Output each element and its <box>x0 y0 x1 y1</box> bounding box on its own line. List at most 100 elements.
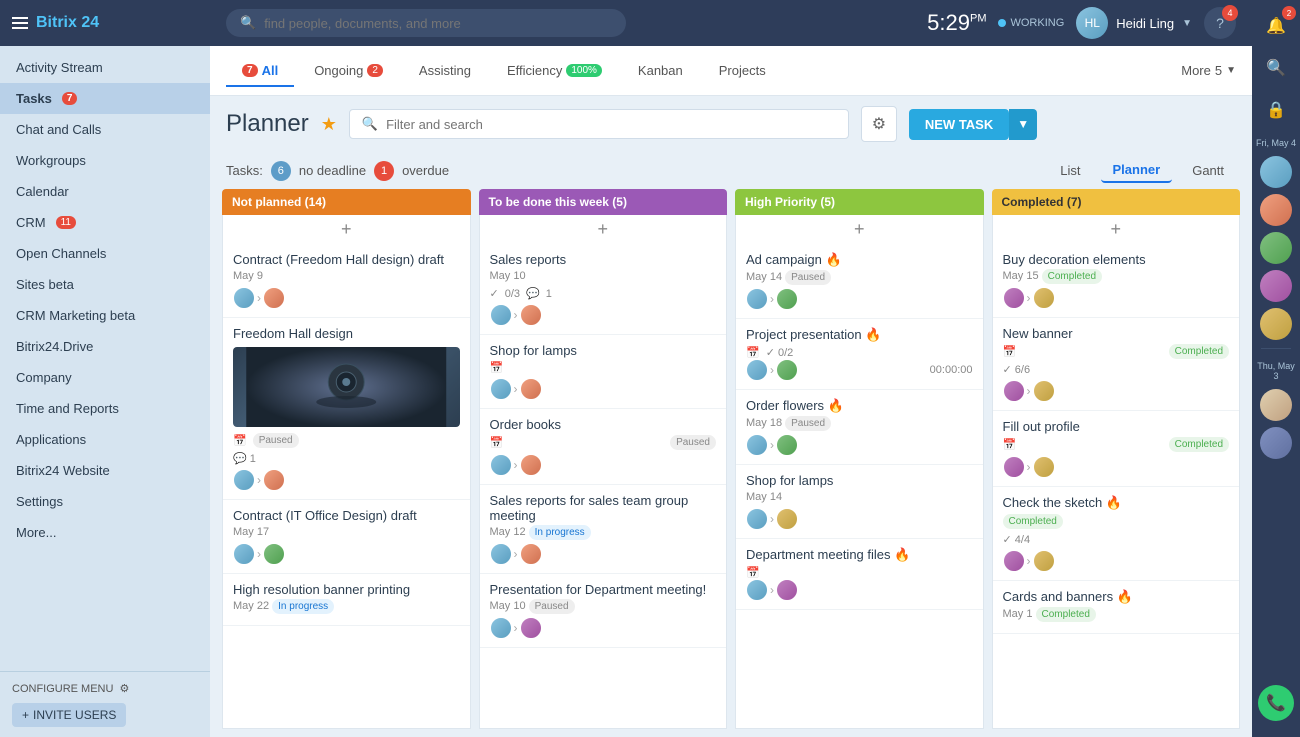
task-image <box>233 347 460 427</box>
new-task-dropdown[interactable]: ▼ <box>1009 109 1037 140</box>
tab-kanban[interactable]: Kanban <box>622 55 699 86</box>
filter-search-input[interactable] <box>386 117 836 132</box>
sidebar-item-crm-marketing[interactable]: CRM Marketing beta <box>0 300 210 331</box>
task-card[interactable]: Buy decoration elements May 15 Completed… <box>993 244 1240 318</box>
calendar-icon: 📅 <box>233 434 247 447</box>
sidebar-item-drive[interactable]: Bitrix24.Drive <box>0 331 210 362</box>
task-card[interactable]: Check the sketch 🔥 Completed ✓ 4/4 › <box>993 487 1240 581</box>
task-card[interactable]: Freedom Hall design <box>223 318 470 500</box>
rs-avatar-7[interactable] <box>1260 427 1292 459</box>
task-avatars: › <box>746 508 798 530</box>
favorite-icon[interactable]: ★ <box>321 114 337 135</box>
sidebar-item-tasks[interactable]: Tasks 7 <box>0 83 210 114</box>
sidebar-item-open-channels[interactable]: Open Channels <box>0 238 210 269</box>
view-gantt[interactable]: Gantt <box>1180 159 1236 182</box>
rs-avatar-4[interactable] <box>1260 270 1292 302</box>
calendar-icon: 📅 <box>746 346 760 359</box>
avatar <box>490 454 512 476</box>
tab-more[interactable]: More 5 ▼ <box>1181 63 1236 78</box>
rs-avatar-1[interactable] <box>1260 156 1292 188</box>
sidebar-item-activity-stream[interactable]: Activity Stream <box>0 52 210 83</box>
task-card[interactable]: Ad campaign 🔥 May 14 Paused › <box>736 244 983 319</box>
task-avatars: › <box>490 378 542 400</box>
sidebar-nav: Activity Stream Tasks 7 Chat and Calls W… <box>0 46 210 671</box>
task-card[interactable]: Contract (Freedom Hall design) draft May… <box>223 244 470 318</box>
invite-users-button[interactable]: + INVITE USERS <box>12 703 126 727</box>
sidebar-item-applications[interactable]: Applications <box>0 424 210 455</box>
arrow-icon: › <box>770 512 774 526</box>
tab-all[interactable]: 7 All <box>226 55 294 86</box>
sidebar-item-calendar[interactable]: Calendar <box>0 176 210 207</box>
search-icon[interactable]: 🔍 <box>1258 50 1294 86</box>
task-card[interactable]: Contract (IT Office Design) draft May 17… <box>223 500 470 574</box>
avatar <box>776 508 798 530</box>
task-card[interactable]: Presentation for Department meeting! May… <box>480 574 727 648</box>
col-add-completed[interactable]: + <box>992 215 1241 244</box>
sidebar-item-crm[interactable]: CRM 11 <box>0 207 210 238</box>
task-card[interactable]: New banner 📅 Completed ✓ 6/6 › <box>993 318 1240 411</box>
status-badge: Paused <box>253 433 299 448</box>
task-card[interactable]: Cards and banners 🔥 May 1 Completed <box>993 581 1240 634</box>
task-card[interactable]: Shop for lamps May 14 › <box>736 465 983 539</box>
tab-ongoing[interactable]: Ongoing 2 <box>298 55 399 86</box>
avatar <box>520 617 542 639</box>
avatar <box>520 378 542 400</box>
avatar <box>1033 550 1055 572</box>
arrow-icon: › <box>514 308 518 322</box>
sidebar-item-workgroups[interactable]: Workgroups <box>0 145 210 176</box>
task-card[interactable]: Project presentation 🔥 📅 ✓ 0/2 › 00:0 <box>736 319 983 390</box>
task-card[interactable]: Sales reports for sales team group meeti… <box>480 485 727 574</box>
sidebar-item-time-reports[interactable]: Time and Reports <box>0 393 210 424</box>
call-button[interactable]: 📞 <box>1258 685 1294 721</box>
tasks-counts: Tasks: 6 no deadline 1 overdue <box>226 161 449 181</box>
task-card[interactable]: Department meeting files 🔥 📅 › <box>736 539 983 610</box>
search-input[interactable] <box>264 16 612 31</box>
tab-projects[interactable]: Projects <box>703 55 782 86</box>
sidebar-item-settings[interactable]: Settings <box>0 486 210 517</box>
new-task-button[interactable]: NEW TASK <box>909 109 1009 140</box>
task-meta: 📅 ✓ 0/2 <box>746 346 973 359</box>
view-planner[interactable]: Planner <box>1101 158 1173 183</box>
rs-avatar-6[interactable] <box>1260 389 1292 421</box>
status-badge: Completed <box>1169 437 1229 452</box>
avatar <box>746 288 768 310</box>
task-card[interactable]: Shop for lamps 📅 › <box>480 335 727 409</box>
sidebar-item-company[interactable]: Company <box>0 362 210 393</box>
notifications-icon[interactable]: 🔔 2 <box>1258 8 1294 44</box>
rs-avatar-3[interactable] <box>1260 232 1292 264</box>
rs-avatar-5[interactable] <box>1260 308 1292 340</box>
fire-icon: 🔥 <box>894 547 910 562</box>
task-avatars: › <box>490 454 542 476</box>
sidebar-item-chat-calls[interactable]: Chat and Calls <box>0 114 210 145</box>
sidebar-item-bitrix24-website[interactable]: Bitrix24 Website <box>0 455 210 486</box>
col-add-high-priority[interactable]: + <box>735 215 984 244</box>
task-card[interactable]: Order books 📅 Paused › <box>480 409 727 485</box>
sidebar-item-sites[interactable]: Sites beta <box>0 269 210 300</box>
tab-assisting[interactable]: Assisting <box>403 55 487 86</box>
configure-menu[interactable]: CONFIGURE MENU ⚙ <box>12 682 198 695</box>
avatar <box>746 434 768 456</box>
arrow-icon: › <box>514 621 518 635</box>
hamburger-menu[interactable] <box>12 17 28 29</box>
rs-avatar-2[interactable] <box>1260 194 1292 226</box>
task-card[interactable]: Sales reports May 10 ✓ 0/3 💬 1 › <box>480 244 727 335</box>
sidebar-header: Bitrix 24 <box>0 0 210 46</box>
task-card[interactable]: Order flowers 🔥 May 18 Paused › <box>736 390 983 465</box>
fire-icon: 🔥 <box>865 327 881 342</box>
task-avatars: › <box>490 304 542 326</box>
col-add-this-week[interactable]: + <box>479 215 728 244</box>
task-card[interactable]: High resolution banner printing May 22 I… <box>223 574 470 626</box>
sidebar-item-more[interactable]: More... <box>0 517 210 548</box>
tab-efficiency[interactable]: Efficiency 100% <box>491 55 618 86</box>
view-list[interactable]: List <box>1048 159 1092 182</box>
task-card[interactable]: Fill out profile 📅 Completed › <box>993 411 1240 487</box>
avatar <box>490 617 512 639</box>
lock-icon[interactable]: 🔒 <box>1258 92 1294 128</box>
settings-button[interactable]: ⚙ <box>861 106 897 142</box>
question-icon[interactable]: ? 4 <box>1204 7 1236 39</box>
avatar <box>1003 380 1025 402</box>
status-badge: Paused <box>785 416 831 431</box>
task-avatars: › <box>1003 287 1055 309</box>
col-add-not-planned[interactable]: + <box>222 215 471 244</box>
avatar <box>490 543 512 565</box>
